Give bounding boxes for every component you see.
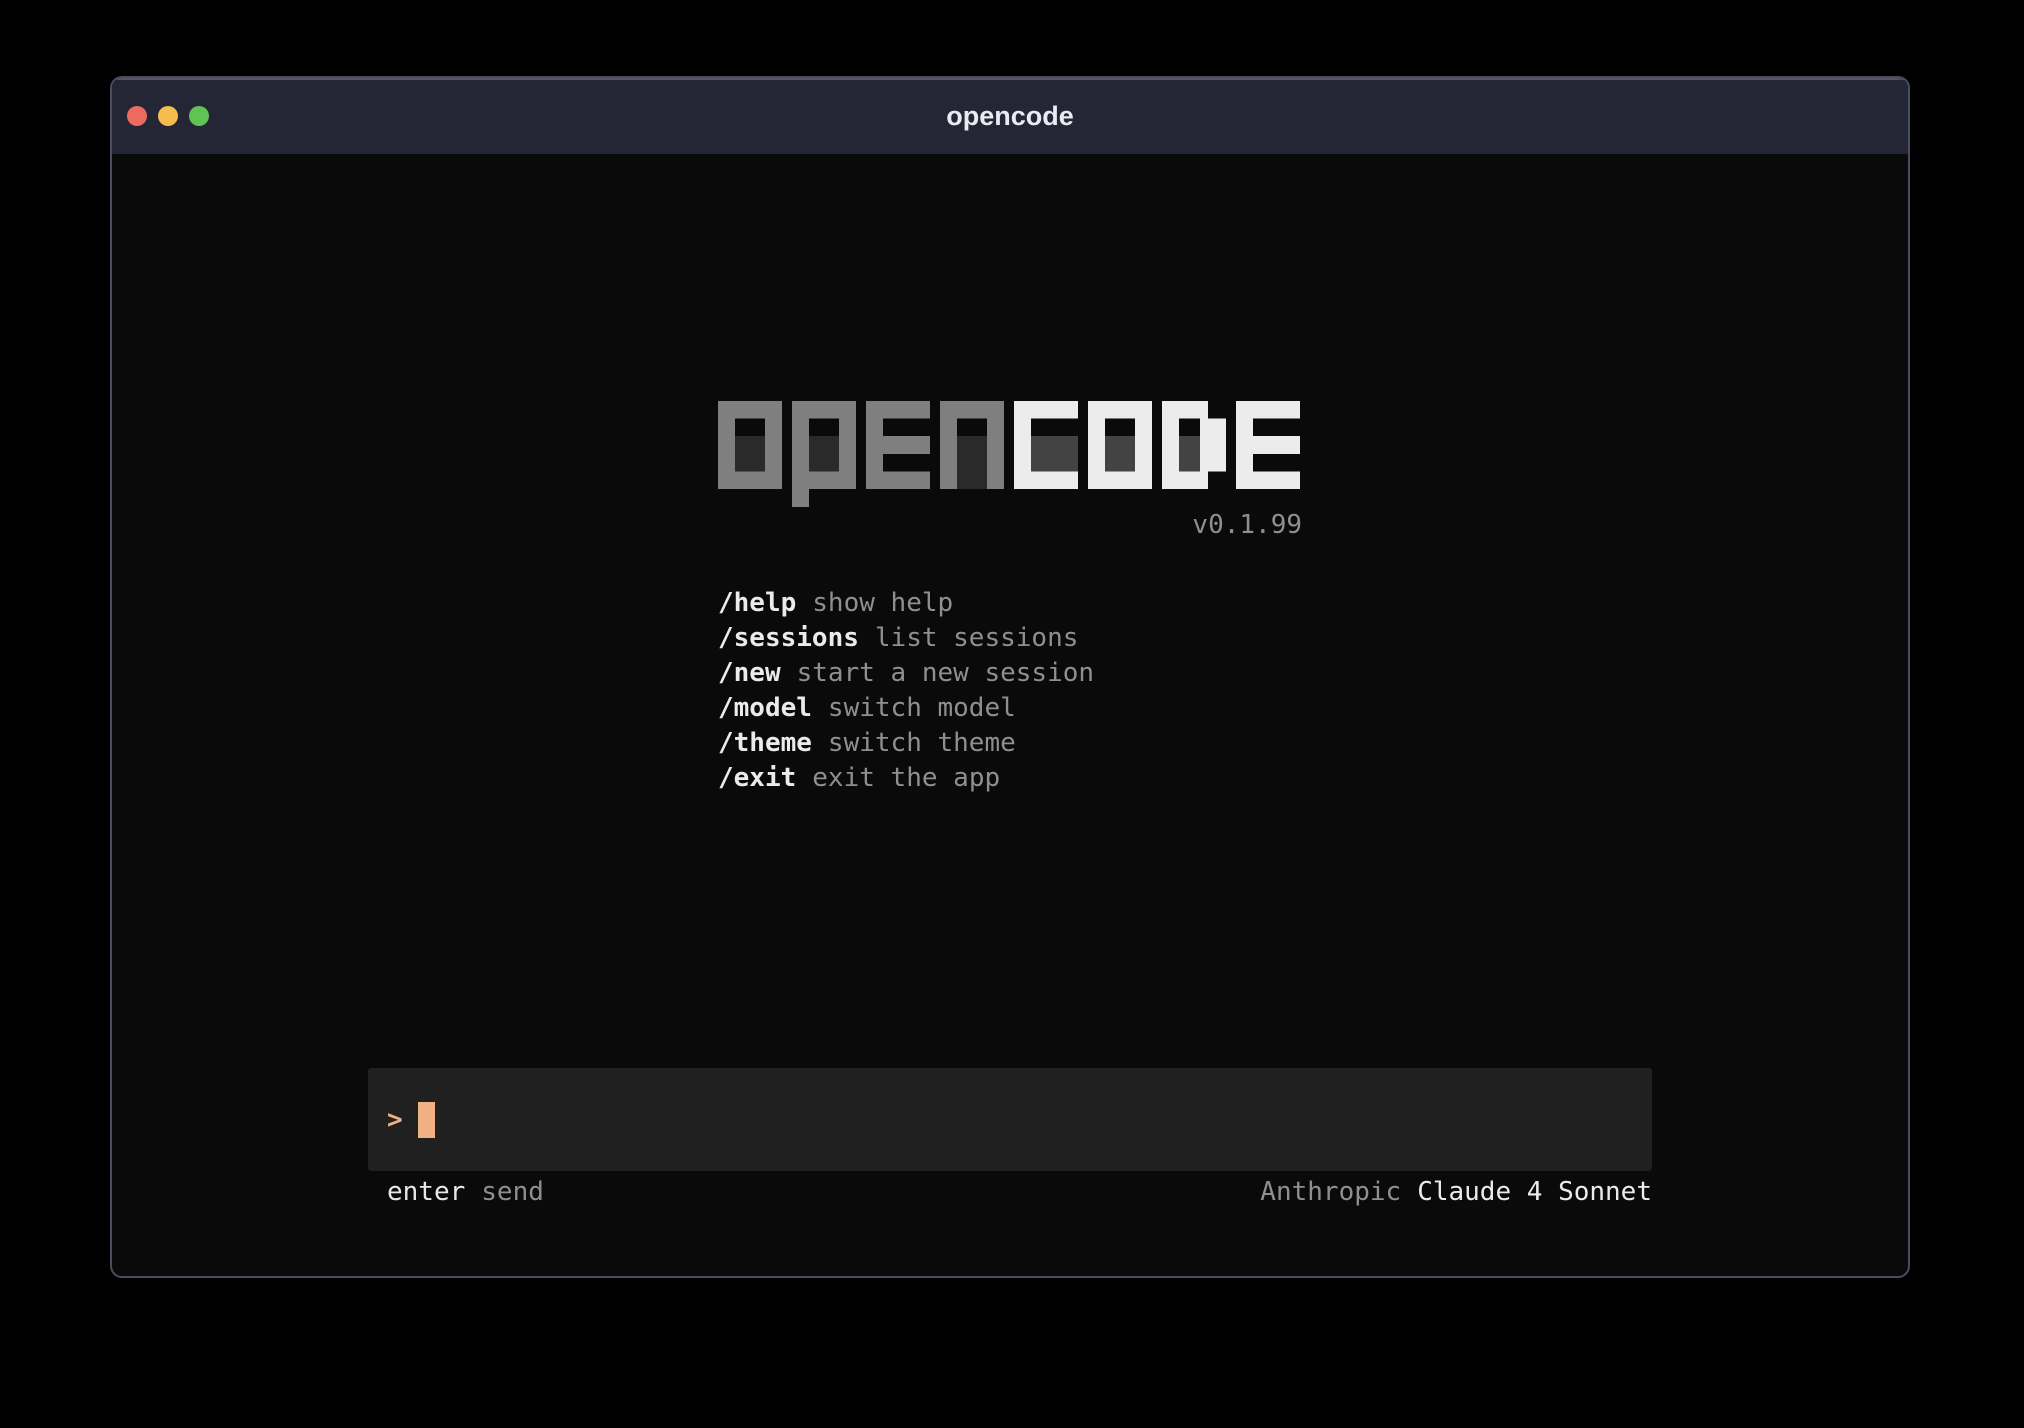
keybind-key: enter <box>387 1177 465 1207</box>
command-description: list sessions <box>875 623 1079 653</box>
window-title: opencode <box>112 78 1908 154</box>
prompt-icon: > <box>387 1105 403 1135</box>
status-bar: enter send Anthropic Claude 4 Sonnet <box>368 1179 1652 1205</box>
command-name: /sessions <box>718 623 859 653</box>
hero-block: v0.1.99 /help show help /sessions list ses… <box>718 401 1302 796</box>
command-name: /theme <box>718 728 812 758</box>
model-name: Claude 4 Sonnet <box>1417 1177 1652 1207</box>
command-description: start a new session <box>797 658 1094 688</box>
command-row: /theme switch theme <box>718 726 1302 761</box>
command-row: /exit exit the app <box>718 761 1302 796</box>
message-input[interactable]: > <box>368 1068 1652 1171</box>
command-row: /new start a new session <box>718 656 1302 691</box>
command-description: switch model <box>828 693 1016 723</box>
keybind-hint: enter send <box>368 1179 544 1205</box>
command-list: /help show help /sessions list sessions /n… <box>718 586 1302 796</box>
terminal-content: v0.1.99 /help show help /sessions list ses… <box>112 154 1908 1276</box>
keybind-action: send <box>481 1177 544 1207</box>
command-description: show help <box>812 588 953 618</box>
command-name: /new <box>718 658 781 688</box>
text-cursor <box>418 1102 435 1138</box>
command-description: exit the app <box>812 763 1000 793</box>
app-window: opencode <box>110 76 1910 1278</box>
command-name: /exit <box>718 763 796 793</box>
command-name: /model <box>718 693 812 723</box>
titlebar[interactable]: opencode <box>112 78 1908 154</box>
opencode-pixel-logo <box>718 401 1300 507</box>
command-row: /help show help <box>718 586 1302 621</box>
command-row: /model switch model <box>718 691 1302 726</box>
command-description: switch theme <box>828 728 1016 758</box>
version-label: v0.1.99 <box>718 511 1302 539</box>
model-indicator: Anthropic Claude 4 Sonnet <box>1260 1179 1652 1205</box>
command-row: /sessions list sessions <box>718 621 1302 656</box>
desktop-background: opencode <box>0 0 2024 1428</box>
command-name: /help <box>718 588 796 618</box>
provider-name: Anthropic <box>1260 1177 1401 1207</box>
